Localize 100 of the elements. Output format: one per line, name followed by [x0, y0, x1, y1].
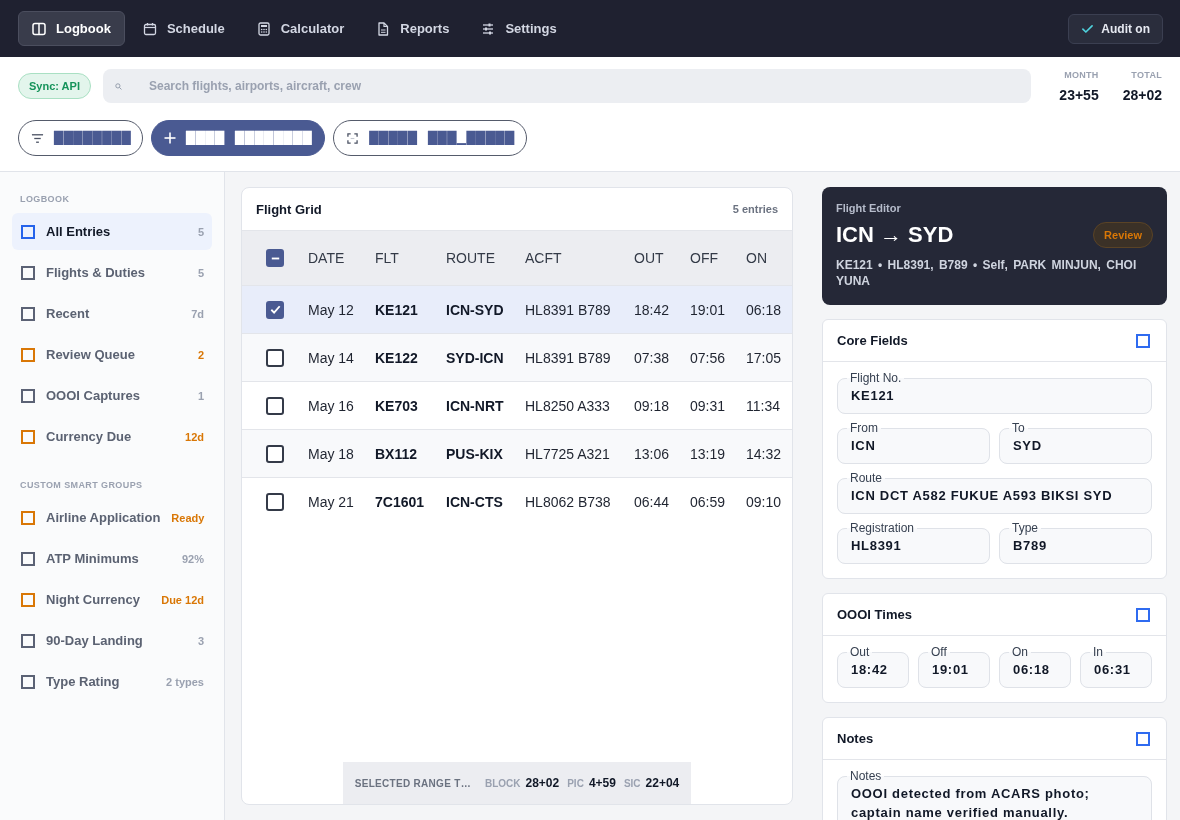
item-count: 7d	[191, 307, 204, 320]
select-all-checkbox[interactable]	[266, 249, 284, 267]
text-field[interactable]: Off 19:01	[918, 645, 990, 688]
field-label: Out	[849, 645, 871, 659]
column-header[interactable]: ROUTE	[446, 250, 525, 266]
item-count: 3	[197, 634, 204, 647]
column-header[interactable]: OFF	[690, 250, 746, 266]
field-value: 06:18	[1013, 661, 1051, 679]
field-label: Notes	[849, 769, 883, 783]
sidebar-item[interactable]: Night Currency Due 12d	[12, 581, 212, 618]
text-field[interactable]: Route ICN DCT A582 FUKUE A593 BIKSI SYD	[837, 471, 1152, 514]
column-header[interactable]: ON	[746, 250, 792, 266]
audit-toggle[interactable]: Audit on	[1068, 13, 1163, 44]
section-heading: CUSTOM SMART GROUPS	[19, 480, 144, 490]
text-field[interactable]: Out 18:42	[837, 645, 909, 688]
stat-value: 23+55	[1059, 86, 1099, 103]
field-label: Flight No.	[849, 371, 903, 385]
sidebar-item[interactable]: 90-Day Landing 3	[12, 622, 212, 659]
table-cell-text: BX112	[375, 445, 419, 462]
table-cell-text: 07:38	[634, 349, 671, 366]
text-field[interactable]: Type B789	[999, 521, 1152, 564]
square-icon	[21, 224, 35, 239]
row-checkbox[interactable]	[266, 348, 284, 367]
sidebar-item[interactable]: Flights & Duties 5	[12, 254, 212, 291]
item-count: 1	[197, 389, 204, 402]
table-row[interactable]: May 12 KE121 ICN-SYD HL8391 B789 18:42 19:01 06:18	[242, 285, 792, 333]
table-row[interactable]: May 14 KE122 SYD-ICN HL8391 B789 07:38 07:56 17:05	[242, 333, 792, 381]
sidebar-item[interactable]: Type Rating 2 types	[12, 663, 212, 700]
action-button[interactable]: ████████	[18, 120, 144, 156]
square-icon	[21, 510, 35, 525]
sidebar-item[interactable]: Recent 7d	[12, 295, 212, 332]
text-field[interactable]: To SYD	[999, 421, 1152, 464]
card-title: Flight Grid	[256, 201, 322, 217]
table-cell-text: ICN-SYD	[446, 301, 505, 318]
panel-icon	[32, 21, 46, 36]
total-value: 28+02	[525, 776, 560, 790]
table-cell-text: May 18	[308, 445, 355, 462]
calculator-icon	[256, 21, 271, 36]
stat-label: TOTAL	[1131, 69, 1162, 80]
item-count: 92%	[181, 552, 204, 565]
square-icon	[1136, 607, 1150, 622]
table-cell-text: 07:56	[690, 349, 727, 366]
table-cell-text: 09:31	[690, 397, 727, 414]
field-value: 06:31	[1094, 661, 1132, 679]
check-icon	[268, 303, 282, 316]
text-field[interactable]: In 06:31	[1080, 645, 1152, 688]
total-value: 4+59	[588, 776, 616, 790]
table-cell-text: HL8062 B738	[525, 493, 612, 510]
sidebar-item[interactable]: Airline Application Ready	[12, 499, 212, 536]
table-cell-text: 06:59	[690, 493, 727, 510]
sidebar-item[interactable]: OOOI Captures 1	[12, 377, 212, 414]
square-icon	[21, 674, 35, 689]
row-checkbox[interactable]	[266, 444, 284, 463]
nav-tab[interactable]: Logbook	[18, 11, 125, 46]
text-field[interactable]: Registration HL8391	[837, 521, 990, 564]
field-label: Off	[930, 645, 948, 659]
field-label: From	[849, 421, 879, 435]
row-checkbox[interactable]	[266, 396, 284, 415]
table-cell-text: HL8391 B789	[525, 301, 612, 318]
table-cell-text: 18:42	[634, 301, 671, 318]
table-cell-text: SYD-ICN	[446, 349, 505, 366]
table-row[interactable]: May 18 BX112 PUS-KIX HL7725 A321 13:06 13:19 14:32	[242, 429, 792, 477]
sidebar-item[interactable]: All Entries 5	[12, 213, 212, 250]
sidebar-item[interactable]: Currency Due 12d	[12, 418, 212, 455]
sidebar-item[interactable]: Review Queue 2	[12, 336, 212, 373]
row-checkbox[interactable]	[266, 300, 284, 319]
table-cell-text: HL8391 B789	[525, 349, 612, 366]
search-icon	[114, 83, 122, 90]
item-count: 2	[197, 348, 204, 361]
table-cell-text: ICN-CTS	[446, 493, 504, 510]
text-field[interactable]: From ICN	[837, 421, 990, 464]
search-field[interactable]: Search flights, airports, aircraft, crew	[102, 69, 1032, 103]
square-icon	[21, 347, 35, 362]
section-heading: LOGBOOK	[19, 194, 71, 204]
field-label: Type	[1011, 521, 1039, 535]
nav-tab[interactable]: Settings	[467, 11, 571, 46]
column-header[interactable]: FLT	[375, 250, 446, 266]
nav-tab[interactable]: Schedule	[128, 11, 239, 46]
field-value: ICN	[851, 437, 877, 455]
calendar-icon	[142, 21, 157, 36]
text-field[interactable]: On 06:18	[999, 645, 1071, 688]
check-icon	[1082, 23, 1094, 34]
field-value: SYD	[1013, 437, 1043, 455]
field-value: OOOI detected from ACARS photo; captain name verified manually.	[851, 785, 1091, 820]
column-header[interactable]: OUT	[634, 250, 690, 266]
text-field[interactable]: Flight No. KE121	[837, 371, 1152, 414]
text-field[interactable]: Notes OOOI detected from ACARS photo; captain name verified manually.	[837, 769, 1152, 820]
table-cell-text: May 21	[308, 493, 355, 510]
sidebar-item[interactable]: ATP Minimums 92%	[12, 540, 212, 577]
row-checkbox[interactable]	[266, 492, 284, 511]
section-title: Notes	[837, 731, 874, 746]
table-cell-text: KE121	[375, 301, 419, 318]
filter-icon	[31, 132, 44, 144]
column-header[interactable]: ACFT	[525, 250, 634, 266]
nav-tab[interactable]: Calculator	[242, 11, 359, 46]
table-cell-text: HL8250 A333	[525, 397, 611, 414]
action-button[interactable]: █████ ███▁█████	[333, 120, 527, 156]
action-button[interactable]: ████ ████████	[151, 120, 326, 156]
column-header[interactable]: DATE	[308, 250, 375, 266]
nav-tab[interactable]: Reports	[362, 11, 464, 46]
